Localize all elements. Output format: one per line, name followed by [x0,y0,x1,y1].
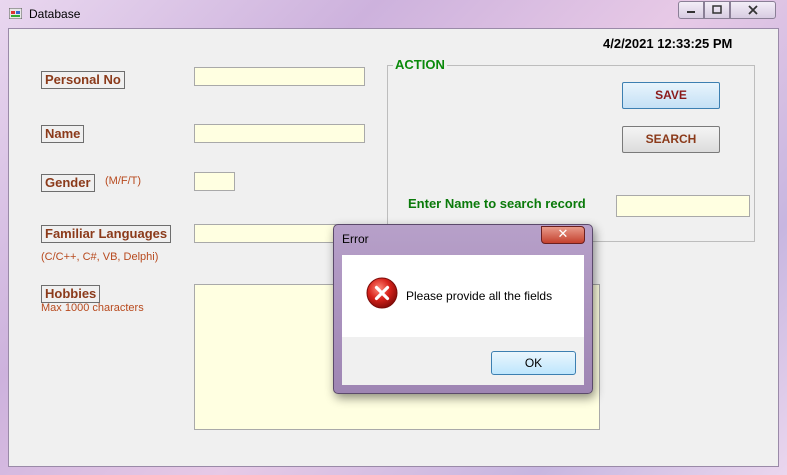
dialog-footer: OK [342,337,584,385]
search-button[interactable]: SEARCH [622,126,720,153]
gender-input[interactable] [194,172,235,191]
close-window-button[interactable] [730,1,776,19]
personal-no-input[interactable] [194,67,365,86]
maximize-icon [712,5,722,14]
dialog-title: Error [342,232,369,246]
minimize-icon [687,11,695,13]
name-label: Name [41,125,85,143]
close-icon [748,5,758,15]
app-icon [9,8,22,19]
ok-button[interactable]: OK [491,351,576,375]
search-prompt-label: Enter Name to search record [408,196,586,211]
maximize-button[interactable] [704,1,730,19]
gender-hint: (M/F/T) [105,175,142,187]
name-input[interactable] [194,124,365,143]
window-frame: Database 4/2/2021 12:33:25 PM Personal N… [0,0,787,475]
hobbies-hint: Max 1000 characters [41,302,144,314]
personal-no-label: Personal No [41,71,125,89]
languages-label: Familiar Languages [41,225,172,243]
hobbies-label: Hobbies [41,285,101,303]
minimize-button[interactable] [678,1,704,19]
dialog-body: Please provide all the fields [342,255,584,337]
error-icon [366,277,398,309]
languages-hint: (C/C++, C#, VB, Delphi) [41,251,159,263]
datetime-display: 4/2/2021 12:33:25 PM [603,36,733,51]
search-name-input[interactable] [616,195,750,217]
title-bar[interactable]: Database [0,0,787,28]
window-title: Database [29,7,81,21]
error-dialog: Error ✕ Please provide all the fields OK [333,224,593,394]
dialog-message: Please provide all the fields [406,289,553,303]
action-group-title: ACTION [393,57,447,72]
gender-label: Gender [41,174,95,192]
dialog-close-button[interactable]: ✕ [541,226,585,244]
save-button[interactable]: SAVE [622,82,720,109]
